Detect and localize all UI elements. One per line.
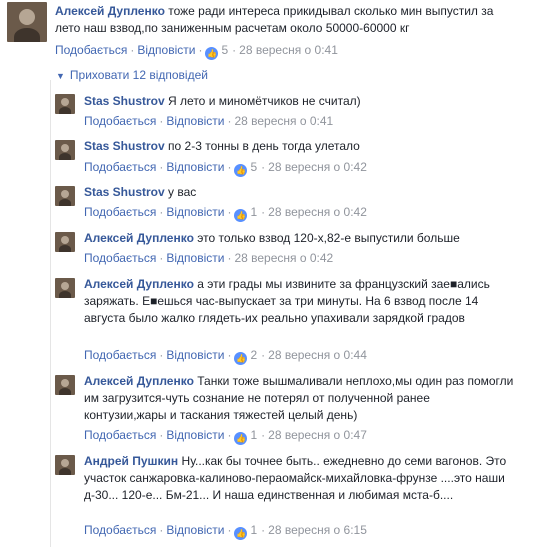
comment-actions: Подобається · Відповісти · 28 вересня о 0:42: [84, 251, 334, 265]
like-button[interactable]: Подобається: [55, 43, 127, 57]
comment-content: Алексей Дупленко Танки тоже вышмаливали …: [84, 373, 514, 424]
like-count[interactable]: 2: [250, 348, 257, 362]
comment-content: Алексей Дупленко это только взвод 120-х,…: [84, 230, 514, 247]
comment-author[interactable]: Stas Shustrov: [84, 94, 165, 108]
comment-actions: Подобається · Відповісти · 👍 1 · 28 вересня о 6…: [84, 523, 367, 540]
comment-content: Stas Shustrov по 2-3 тонны в день тогда …: [84, 138, 514, 155]
comment-actions: Подобається · Відповісти · 👍 5 · 28 вересня о 0…: [55, 43, 338, 60]
comment-author[interactable]: Алексей Дупленко: [55, 4, 165, 18]
like-count[interactable]: 1: [250, 205, 257, 219]
comment-author[interactable]: Андрей Пушкин: [84, 454, 178, 468]
comment-actions: Подобається · Відповісти · 👍 1 · 28 вересня о 0…: [84, 205, 367, 222]
like-button[interactable]: Подобається: [84, 114, 156, 128]
reply-button[interactable]: Відповісти: [166, 348, 224, 362]
like-count[interactable]: 1: [250, 428, 257, 442]
hide-replies-link[interactable]: ▼ Приховати 12 відповідей: [56, 67, 208, 85]
avatar[interactable]: [55, 232, 75, 252]
comment-text: по 2-3 тонны в день тогда улетало: [168, 139, 360, 153]
comment-timestamp[interactable]: 28 вересня о 0:47: [268, 428, 367, 442]
like-button[interactable]: Подобається: [84, 428, 156, 442]
comment-timestamp[interactable]: 28 вересня о 0:42: [268, 160, 367, 174]
avatar[interactable]: [55, 186, 75, 206]
like-button[interactable]: Подобається: [84, 205, 156, 219]
avatar[interactable]: [55, 140, 75, 160]
reply-button[interactable]: Відповісти: [166, 205, 224, 219]
comment-actions: Подобається · Відповісти · 👍 1 · 28 вересня о 0…: [84, 428, 367, 445]
comment-author[interactable]: Stas Shustrov: [84, 185, 165, 199]
thumbs-up-icon[interactable]: 👍: [205, 47, 219, 60]
comment-text: это только взвод 120-х,82-е выпустили бо…: [197, 231, 460, 245]
like-button[interactable]: Подобається: [84, 160, 156, 174]
like-button[interactable]: Подобається: [84, 523, 156, 537]
comment-content: Андрей Пушкин Ну...как бы точнее быть.. …: [84, 453, 514, 504]
thread-line: [50, 80, 51, 547]
comment-author[interactable]: Алексей Дупленко: [84, 231, 194, 245]
comment-actions: Подобається · Відповісти · 28 вересня о 0:41: [84, 114, 334, 128]
chevron-down-icon: ▼: [56, 71, 65, 81]
comment-timestamp[interactable]: 28 вересня о 0:41: [239, 43, 338, 57]
thumbs-up-icon[interactable]: 👍: [234, 432, 248, 445]
comment-timestamp[interactable]: 28 вересня о 0:42: [268, 205, 367, 219]
avatar[interactable]: [7, 2, 47, 42]
avatar[interactable]: [55, 94, 75, 114]
thumbs-up-icon[interactable]: 👍: [234, 209, 248, 222]
comment-author[interactable]: Stas Shustrov: [84, 139, 165, 153]
comment-timestamp[interactable]: 28 вересня о 0:41: [234, 114, 333, 128]
comment-content: Stas Shustrov Я лето и миномётчиков не с…: [84, 93, 514, 110]
comment-content: Алексей Дупленко тоже ради интереса прик…: [55, 3, 495, 37]
thumbs-up-icon[interactable]: 👍: [234, 352, 248, 365]
comment-actions: Подобається · Відповісти · 👍 2 · 28 вересня о 0…: [84, 348, 367, 365]
like-count[interactable]: 5: [221, 43, 228, 57]
avatar[interactable]: [55, 455, 75, 475]
reply-button[interactable]: Відповісти: [166, 251, 224, 265]
comment-content: Алексей Дупленко а эти грады мы извините…: [84, 276, 514, 327]
reply-button[interactable]: Відповісти: [166, 428, 224, 442]
comment-author[interactable]: Алексей Дупленко: [84, 374, 194, 388]
like-button[interactable]: Подобається: [84, 348, 156, 362]
hide-replies-label: Приховати 12 відповідей: [69, 68, 208, 82]
comment-timestamp[interactable]: 28 вересня о 0:44: [268, 348, 367, 362]
avatar[interactable]: [55, 375, 75, 395]
like-button[interactable]: Подобається: [84, 251, 156, 265]
like-count[interactable]: 1: [250, 523, 257, 537]
comment-text: у вас: [168, 185, 197, 199]
reply-button[interactable]: Відповісти: [166, 114, 224, 128]
thumbs-up-icon[interactable]: 👍: [234, 164, 248, 177]
thumbs-up-icon[interactable]: 👍: [234, 527, 248, 540]
comment-text: Я лето и миномётчиков не считал): [168, 94, 361, 108]
reply-button[interactable]: Відповісти: [166, 160, 224, 174]
reply-button[interactable]: Відповісти: [137, 43, 195, 57]
comment-content: Stas Shustrov у вас: [84, 184, 514, 201]
comment-actions: Подобається · Відповісти · 👍 5 · 28 вересня о 0…: [84, 160, 367, 177]
comment-timestamp[interactable]: 28 вересня о 6:15: [268, 523, 367, 537]
reply-button[interactable]: Відповісти: [166, 523, 224, 537]
comment-author[interactable]: Алексей Дупленко: [84, 277, 194, 291]
avatar[interactable]: [55, 278, 75, 298]
comment-timestamp[interactable]: 28 вересня о 0:42: [234, 251, 333, 265]
like-count[interactable]: 5: [250, 160, 257, 174]
